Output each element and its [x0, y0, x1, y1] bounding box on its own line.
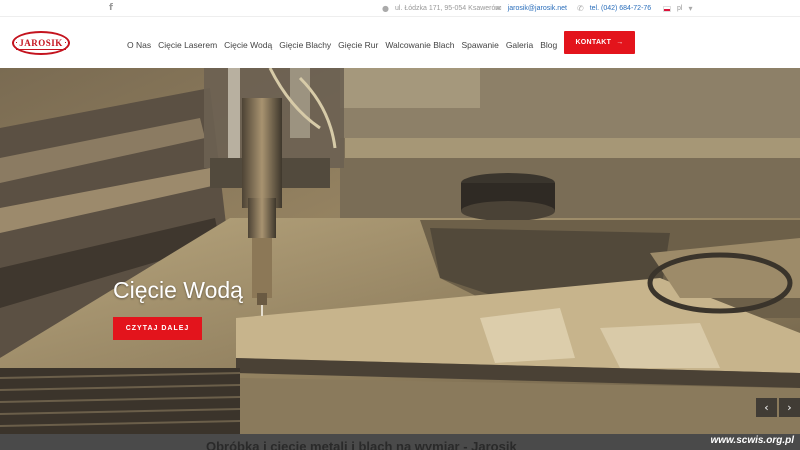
map-pin-icon: ●: [382, 4, 389, 13]
nav-item-giecie-blachy[interactable]: Gięcie Blachy: [279, 40, 331, 50]
chevron-right-icon: ›: [787, 401, 792, 414]
phone-link[interactable]: ✆ tel. (042) 684-72-76: [577, 4, 651, 13]
logo-text: JAROSIK: [17, 38, 65, 48]
nav-item-giecie-rur[interactable]: Gięcie Rur: [338, 40, 378, 50]
phone-icon: ✆: [577, 4, 584, 13]
nav-item-o-nas[interactable]: O Nas: [127, 40, 151, 50]
watermark: www.scwis.org.pl: [710, 435, 794, 446]
address-text: ul. Łódzka 171, 95-054 Ksawerów: [394, 5, 501, 12]
phone-text[interactable]: tel. (042) 684-72-76: [590, 5, 651, 12]
language-switcher[interactable]: pl ▾: [663, 4, 692, 13]
nav-item-galeria[interactable]: Galeria: [506, 40, 533, 50]
contact-button[interactable]: KONTAKT →: [564, 31, 635, 54]
email-text[interactable]: jarosik@jarosik.net: [508, 5, 567, 12]
nav-item-ciecie-woda[interactable]: Cięcie Wodą: [224, 40, 272, 50]
address: ● ul. Łódzka 171, 95-054 Ksawerów: [382, 4, 500, 13]
nav-item-spawanie[interactable]: Spawanie: [461, 40, 498, 50]
slider-next-button[interactable]: ›: [779, 398, 800, 417]
read-more-button[interactable]: CZYTAJ DALEJ: [113, 317, 202, 340]
envelope-icon: ✉: [495, 4, 502, 13]
nav-item-blog[interactable]: Blog: [540, 40, 557, 50]
main-nav: O Nas Cięcie Laserem Cięcie Wodą Gięcie …: [127, 40, 557, 50]
language-code[interactable]: pl: [677, 5, 682, 12]
nav-item-walcowanie-blach[interactable]: Walcowanie Blach: [385, 40, 454, 50]
slider-prev-button[interactable]: ‹: [756, 398, 777, 417]
email-link[interactable]: ✉ jarosik@jarosik.net: [495, 4, 567, 13]
bottom-section: Obróbka i cięcie metali i blach na wymia…: [0, 434, 800, 450]
hero-background-image: [0, 68, 800, 434]
site-header: JAROSIK O Nas Cięcie Laserem Cięcie Wodą…: [0, 17, 800, 68]
caret-down-icon: ▾: [688, 4, 693, 13]
hero-title: Cięcie Wodą: [113, 277, 243, 303]
polish-flag-icon: [663, 5, 671, 12]
contact-button-label: KONTAKT: [575, 39, 612, 46]
logo[interactable]: JAROSIK: [12, 31, 70, 55]
top-contact-bar: f ● ul. Łódzka 171, 95-054 Ksawerów ✉ ja…: [0, 0, 800, 17]
arrow-right-icon: →: [616, 39, 624, 46]
hero-slider: Cięcie Wodą CZYTAJ DALEJ ‹ ›: [0, 68, 800, 434]
facebook-icon[interactable]: f: [109, 3, 113, 13]
chevron-left-icon: ‹: [764, 401, 769, 414]
nav-item-ciecie-laserem[interactable]: Cięcie Laserem: [158, 40, 217, 50]
section-heading: Obróbka i cięcie metali i blach na wymia…: [206, 439, 517, 450]
